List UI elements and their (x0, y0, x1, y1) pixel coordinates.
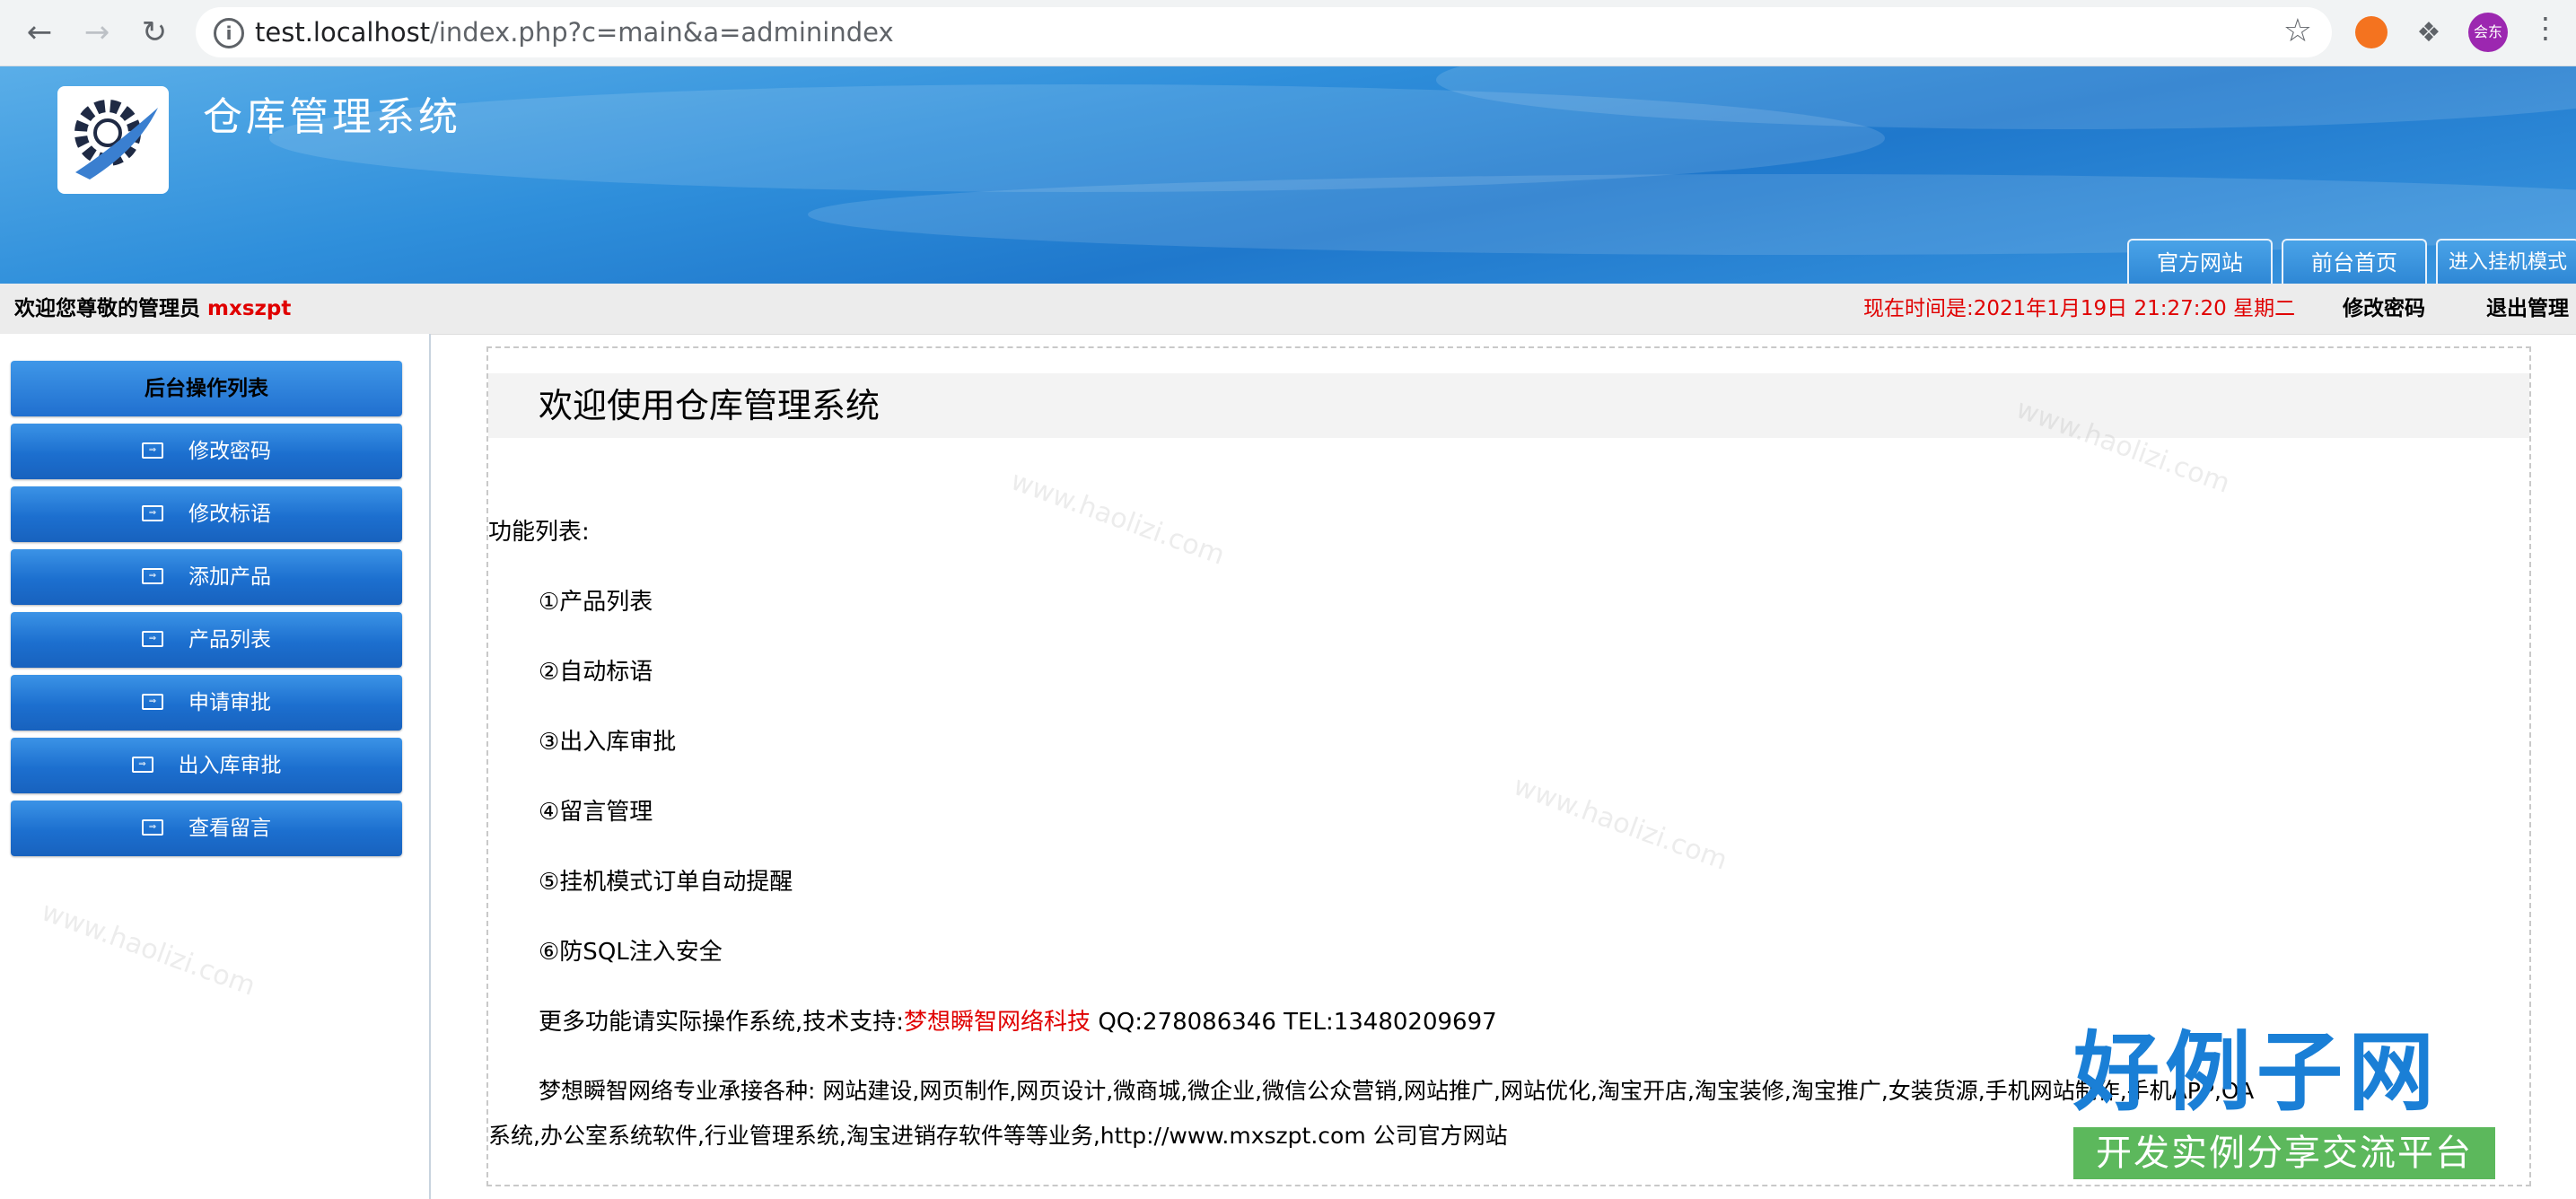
info-bar: 欢迎您尊敬的管理员 mxszpt 现在时间是:2021年1月19日 21:27:… (0, 284, 2576, 335)
welcome-prefix: 欢迎您尊敬的管理员 (14, 297, 200, 320)
support-prefix: 更多功能请实际操作系统,技术支持: (539, 1009, 905, 1036)
site-logo (57, 86, 169, 194)
feature-item: ④留言管理 (539, 799, 653, 826)
feature-item: ②自动标语 (539, 659, 653, 686)
url-host: test.localhost (255, 17, 431, 48)
feature-item: ⑤挂机模式订单自动提醒 (539, 869, 793, 896)
official-site-button[interactable]: 官方网站 (2127, 239, 2273, 284)
sidebar-item-add-product[interactable]: ⇒ 添加产品 (11, 549, 402, 605)
brand-watermark: 好例子网 开发实例分享交流平台 (2073, 1023, 2495, 1179)
sidebar-item-label: 产品列表 (188, 628, 271, 652)
reload-icon[interactable]: ↻ (135, 13, 174, 52)
arrow-box-icon: ⇒ (142, 567, 163, 584)
arrow-box-icon: ⇒ (142, 693, 163, 710)
sidebar-item-label: 查看留言 (188, 817, 271, 840)
address-bar[interactable]: i test.localhost/index.php?c=main&a=admi… (196, 7, 2332, 57)
feature-item: ①产品列表 (539, 589, 653, 616)
gear-logo-icon (74, 100, 158, 179)
url-path: /index.php?c=main&a=adminindex (430, 17, 894, 48)
arrow-box-icon: ⇒ (142, 818, 163, 836)
sidebar-item-change-slogan[interactable]: ⇒ 修改标语 (11, 486, 402, 542)
browser-toolbar: ← → ↻ i test.localhost/index.php?c=main&… (0, 0, 2576, 66)
extensions-puzzle-icon[interactable]: ❖ (2409, 13, 2449, 52)
site-info-icon[interactable]: i (214, 18, 244, 48)
back-icon[interactable]: ← (20, 13, 59, 52)
sidebar-header: 后台操作列表 (11, 361, 402, 416)
forward-icon[interactable]: → (77, 13, 117, 52)
welcome-message: 欢迎您尊敬的管理员 mxszpt (14, 284, 291, 334)
feature-item: ③出入库审批 (539, 729, 677, 756)
feature-item: ⑥防SQL注入安全 (539, 939, 723, 966)
change-password-link[interactable]: 修改密码 (2343, 284, 2425, 334)
header-banner: 仓库管理系统 官方网站 前台首页 进入挂机模式 (0, 66, 2576, 284)
standby-mode-button[interactable]: 进入挂机模式 (2436, 239, 2576, 284)
page-title: 欢迎使用仓库管理系统 (539, 386, 881, 425)
logout-link[interactable]: 退出管理 (2486, 284, 2569, 334)
support-contact: QQ:278086346 TEL:13480209697 (1098, 1009, 1497, 1036)
extension-icon[interactable] (2355, 16, 2388, 48)
sidebar-item-stock-approval[interactable]: ⇒ 出入库审批 (11, 738, 402, 793)
brand-subtitle: 开发实例分享交流平台 (2073, 1127, 2495, 1179)
bookmark-star-icon[interactable]: ☆ (2283, 13, 2312, 49)
support-company-link[interactable]: 梦想瞬智网络科技 (904, 1009, 1091, 1036)
sidebar-item-product-list[interactable]: ⇒ 产品列表 (11, 612, 402, 668)
sidebar-item-change-password[interactable]: ⇒ 修改密码 (11, 424, 402, 479)
sidebar-item-messages[interactable]: ⇒ 查看留言 (11, 801, 402, 856)
profile-avatar[interactable]: 会东 (2468, 13, 2508, 52)
sidebar-item-label: 出入库审批 (178, 754, 282, 777)
frontend-home-button[interactable]: 前台首页 (2282, 239, 2427, 284)
current-time: 现在时间是:2021年1月19日 21:27:20 星期二 (1863, 297, 2296, 320)
main-header: 欢迎使用仓库管理系统 (488, 373, 2529, 438)
arrow-box-icon: ⇒ (142, 630, 163, 647)
sidebar-item-label: 添加产品 (188, 565, 271, 589)
sidebar-item-label: 申请审批 (188, 691, 271, 714)
sidebar-item-label: 修改标语 (188, 503, 271, 526)
sidebar-item-approval[interactable]: ⇒ 申请审批 (11, 675, 402, 731)
url-text[interactable]: test.localhost/index.php?c=main&a=admini… (255, 7, 894, 57)
sidebar-item-label: 修改密码 (188, 440, 271, 463)
site-title: 仓库管理系统 (203, 94, 461, 140)
sidebar: 后台操作列表 ⇒ 修改密码 ⇒ 修改标语 ⇒ 添加产品 ⇒ 产品列表 ⇒ 申请审批 ⇒ 出入… (0, 334, 431, 1199)
admin-username: mxszpt (207, 297, 292, 320)
features-label: 功能列表: (488, 519, 590, 546)
promo-line-1: 梦想瞬智网络专业承接各种: 网站建设,网页制作,网页设计,微商城,微企业,微信公… (539, 1078, 2255, 1104)
arrow-box-icon: ⇒ (131, 756, 153, 773)
menu-kebab-icon[interactable]: ⋮ (2531, 11, 2560, 45)
arrow-box-icon: ⇒ (142, 504, 163, 521)
promo-line-2: 系统,办公室系统软件,行业管理系统,淘宝进销存软件等等业务,http://www… (488, 1123, 1508, 1149)
arrow-box-icon: ⇒ (142, 442, 163, 459)
brand-title: 好例子网 (2073, 1022, 2440, 1123)
support-line: 更多功能请实际操作系统,技术支持:梦想瞬智网络科技 QQ:278086346 T… (539, 1003, 1497, 1037)
